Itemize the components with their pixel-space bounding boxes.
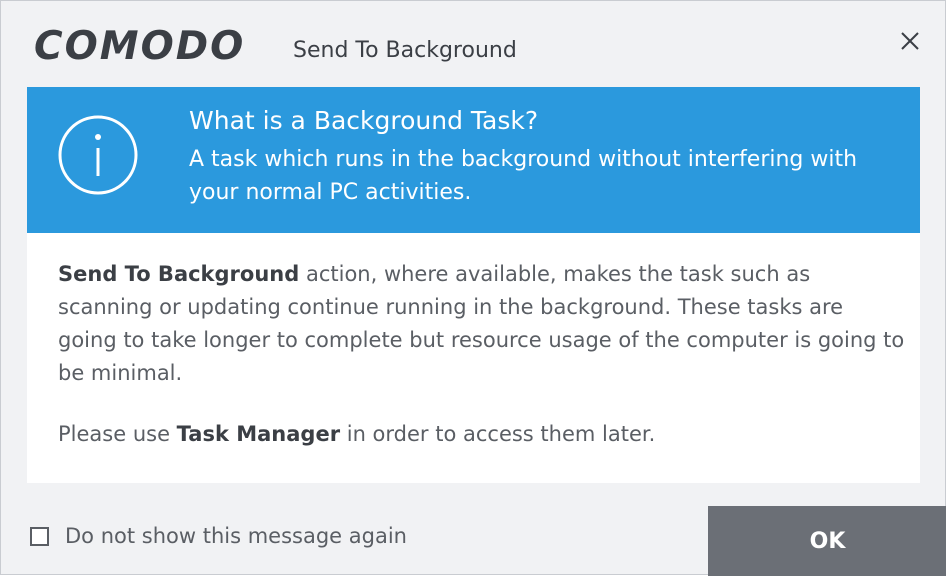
close-button[interactable] <box>892 23 928 59</box>
send-to-background-dialog: COMODO Send To Background What is a Back… <box>0 0 946 576</box>
info-banner: What is a Background Task? A task which … <box>27 87 920 233</box>
info-title: What is a Background Task? <box>189 106 539 135</box>
task-manager-term: Task Manager <box>176 422 341 446</box>
dont-show-again-option[interactable]: Do not show this message again <box>30 521 407 551</box>
send-to-background-term: Send To Background <box>58 262 300 286</box>
info-icon <box>58 115 138 195</box>
info-description: A task which runs in the background with… <box>189 147 858 205</box>
message-paragraph-2-prefix: Please use <box>58 422 177 446</box>
message-body: Send To Background action, where availab… <box>27 233 920 483</box>
message-paragraph-2-suffix: in order to access them later. <box>340 422 656 446</box>
dialog-title: Send To Background <box>293 38 517 63</box>
close-icon <box>901 32 919 50</box>
message-paragraph-1: Send To Background action, where availab… <box>58 258 908 390</box>
title-bar: COMODO Send To Background <box>1 1 945 87</box>
ok-button[interactable]: OK <box>708 506 946 576</box>
dont-show-again-checkbox[interactable] <box>30 526 49 546</box>
message-paragraph-2: Please use Task Manager in order to acce… <box>58 418 908 451</box>
comodo-logo: COMODO <box>34 24 246 69</box>
dont-show-again-label: Do not show this message again <box>65 524 407 548</box>
